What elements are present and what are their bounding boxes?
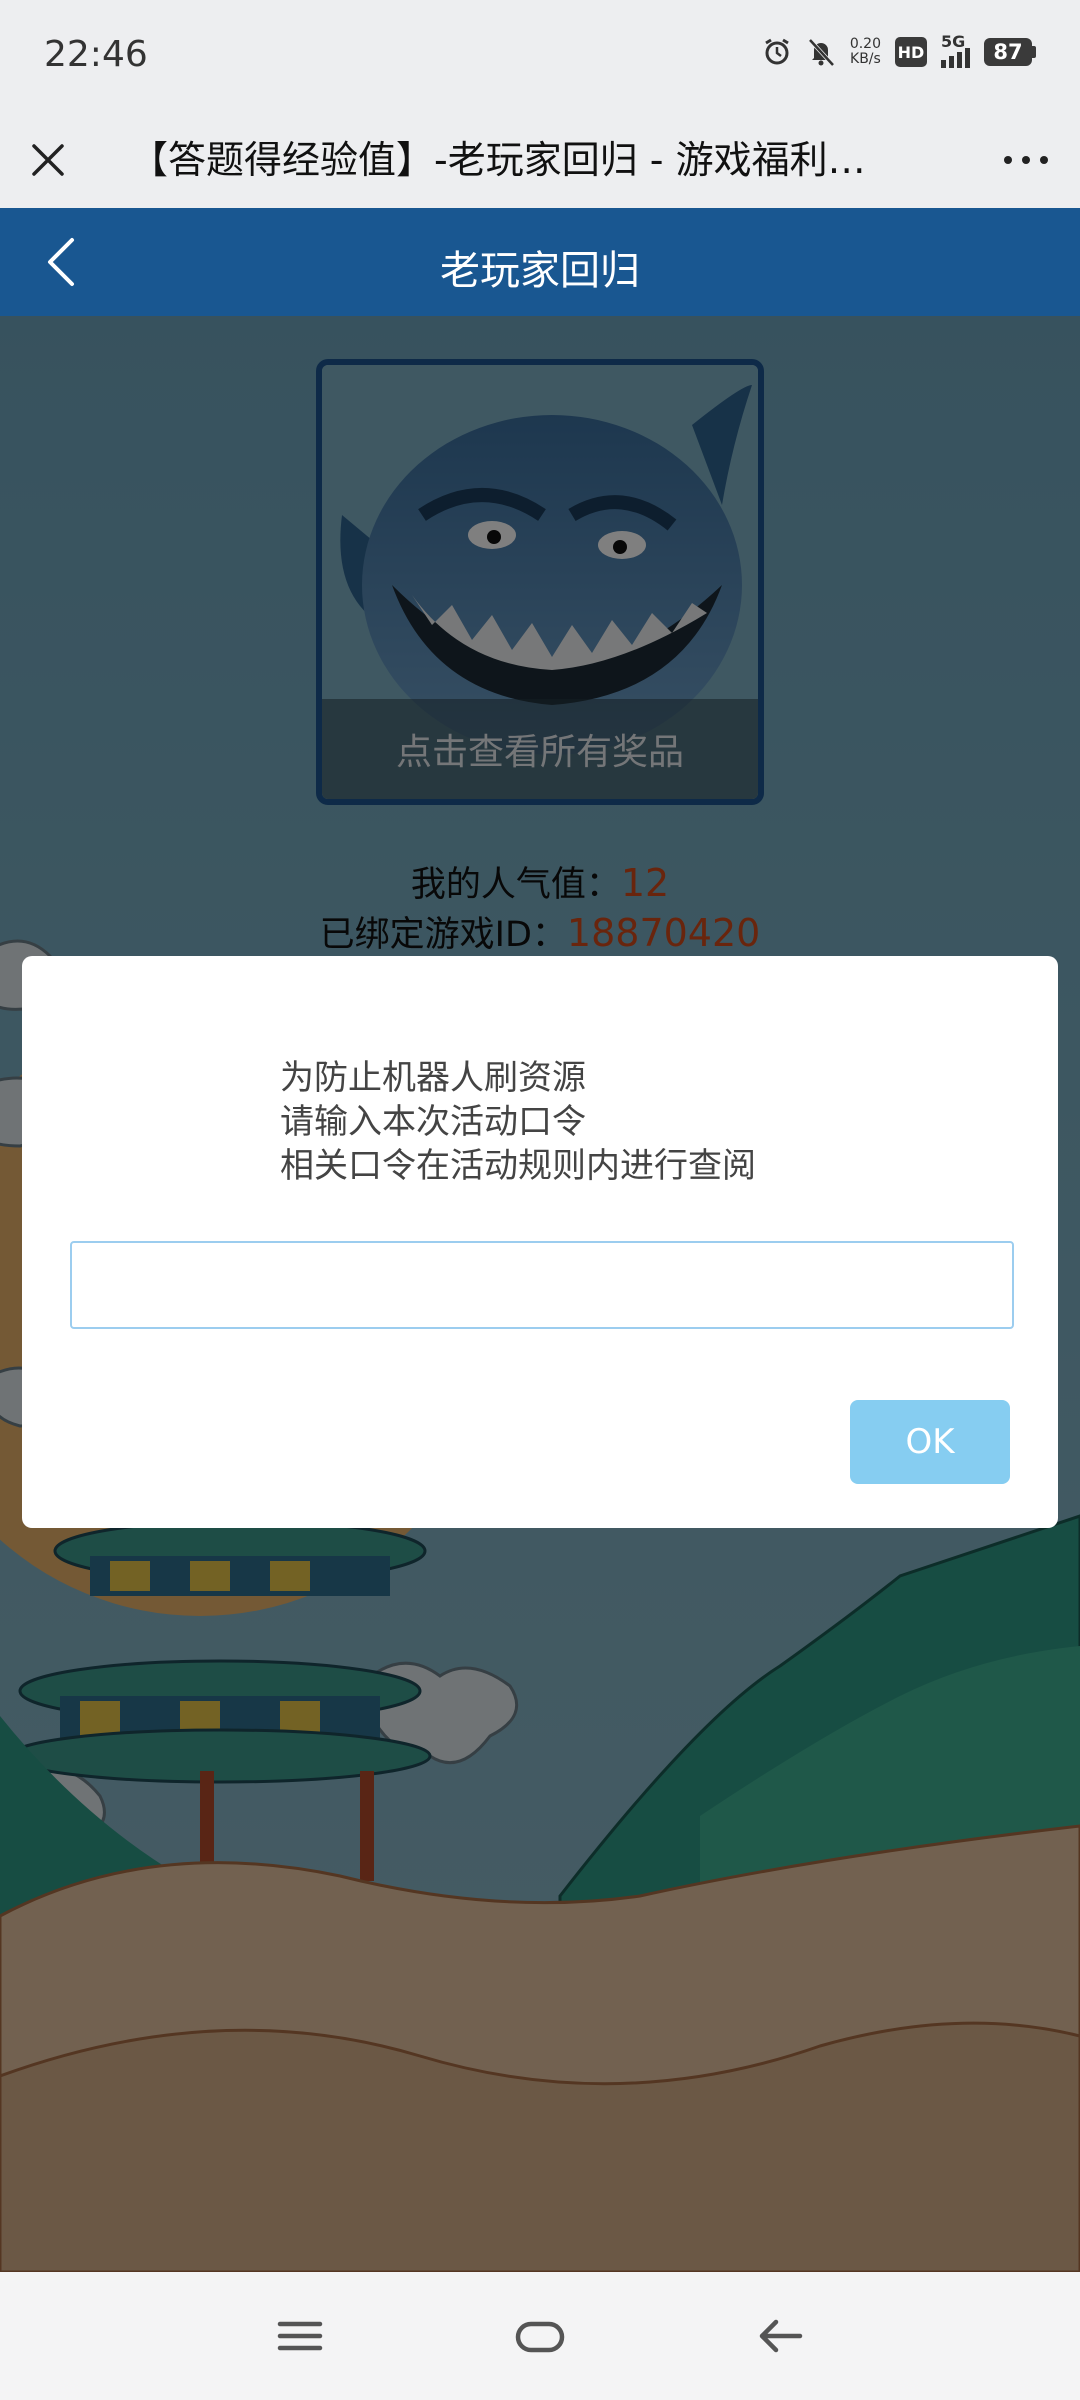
more-dot-icon	[1022, 156, 1030, 164]
hd-badge: HD	[895, 37, 927, 67]
network-speed: 0.20 KB/s	[850, 37, 881, 67]
network-type: 5G	[941, 32, 966, 51]
app-header: 老玩家回归	[0, 208, 1080, 316]
page-title: 【答题得经验值】-老玩家回归 - 游戏福利…	[130, 138, 866, 182]
home-icon	[515, 2321, 565, 2353]
dialog-line-3: 相关口令在活动规则内进行查阅	[280, 1146, 756, 1186]
network-speed-unit: KB/s	[850, 51, 881, 67]
menu-button[interactable]	[270, 2308, 330, 2364]
network-speed-value: 0.20	[849, 36, 881, 52]
status-time: 22:46	[44, 34, 148, 75]
dialog-line-2: 请输入本次活动口令	[280, 1102, 586, 1142]
menu-icon	[277, 2321, 323, 2351]
more-dot-icon	[1040, 156, 1048, 164]
dialog-line-1: 为防止机器人刷资源	[280, 1058, 586, 1098]
passcode-dialog: 为防止机器人刷资源 请输入本次活动口令 相关口令在活动规则内进行查阅 OK	[22, 956, 1058, 1528]
battery-icon: 87	[984, 38, 1036, 66]
back-nav-button[interactable]	[750, 2308, 810, 2364]
status-icons: 0.20 KB/s HD 5G 87	[762, 32, 1036, 68]
header-title: 老玩家回归	[440, 248, 640, 294]
close-icon	[32, 144, 64, 176]
alarm-icon	[765, 38, 789, 65]
passcode-input[interactable]	[70, 1241, 1014, 1329]
status-bar: 22:46 0.20 KB/s HD 5G 87	[0, 0, 1080, 112]
more-dot-icon	[1004, 156, 1012, 164]
back-arrow-icon	[759, 2319, 803, 2353]
more-options-button[interactable]	[998, 134, 1054, 186]
ok-button[interactable]: OK	[850, 1400, 1010, 1484]
mute-bell-icon	[808, 38, 835, 67]
webview-title-bar: 【答题得经验值】-老玩家回归 - 游戏福利…	[0, 112, 1080, 208]
battery-level: 87	[984, 38, 1032, 66]
system-nav-bar	[0, 2272, 1080, 2400]
signal-icon: 5G	[941, 32, 970, 68]
close-button[interactable]	[22, 134, 74, 186]
dialog-message: 为防止机器人刷资源 请输入本次活动口令 相关口令在活动规则内进行查阅	[280, 1056, 756, 1188]
home-button[interactable]	[510, 2308, 570, 2364]
